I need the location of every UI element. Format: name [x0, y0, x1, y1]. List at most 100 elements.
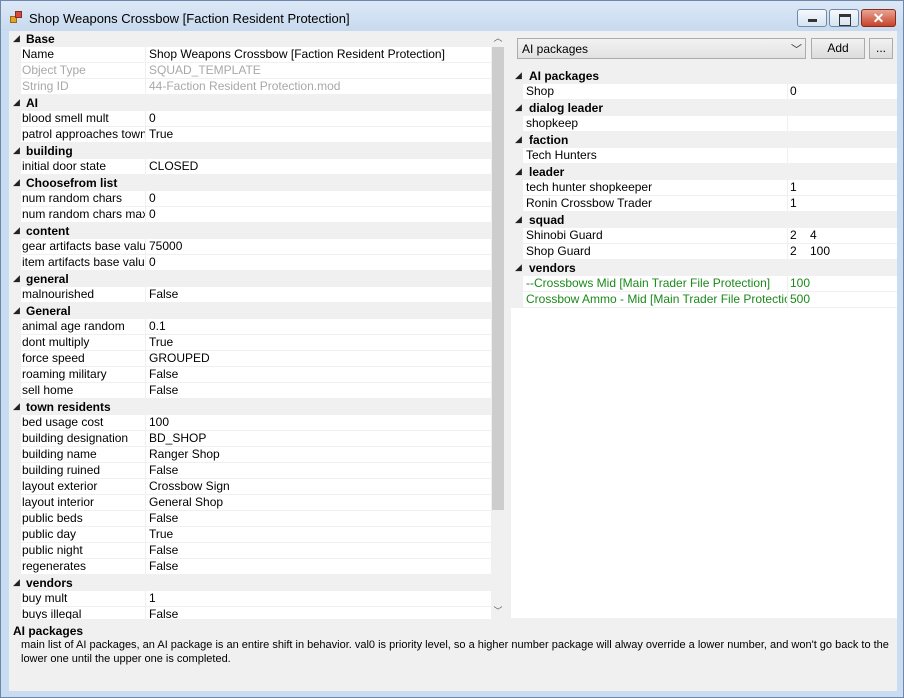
collapse-triangle-icon[interactable]: ◢: [13, 577, 20, 588]
list-item-value[interactable]: [788, 116, 897, 132]
property-value[interactable]: 44-Faction Resident Protection.mod: [146, 79, 491, 95]
property-value[interactable]: SQUAD_TEMPLATE: [146, 63, 491, 79]
property-value[interactable]: False: [146, 367, 491, 383]
category-row[interactable]: ◢ Base: [9, 31, 491, 47]
property-row[interactable]: layout exterior Crossbow Sign: [9, 479, 491, 495]
collapse-triangle-icon[interactable]: ◢: [13, 401, 20, 412]
category-row[interactable]: ◢ general: [9, 271, 491, 287]
collapse-triangle-icon[interactable]: ◢: [13, 305, 20, 316]
collapse-triangle-icon[interactable]: ◢: [515, 134, 522, 145]
property-value[interactable]: False: [146, 287, 491, 303]
property-value[interactable]: Ranger Shop: [146, 447, 491, 463]
category-row[interactable]: ◢ vendors: [9, 575, 491, 591]
property-row[interactable]: initial door state CLOSED: [9, 159, 491, 175]
property-value[interactable]: False: [146, 383, 491, 399]
category-row[interactable]: ◢ Choosefrom list: [9, 175, 491, 191]
property-value[interactable]: 75000: [146, 239, 491, 255]
property-value[interactable]: 0: [146, 255, 491, 271]
property-row[interactable]: building designation BD_SHOP: [9, 431, 491, 447]
property-value[interactable]: 0: [146, 111, 491, 127]
collapse-triangle-icon[interactable]: ◢: [13, 273, 20, 284]
property-value[interactable]: Shop Weapons Crossbow [Faction Resident …: [146, 47, 491, 63]
list-item[interactable]: shopkeep: [511, 116, 897, 132]
property-row[interactable]: sell home False: [9, 383, 491, 399]
list-item[interactable]: Tech Hunters: [511, 148, 897, 164]
list-category-row[interactable]: ◢ vendors: [511, 260, 897, 276]
property-value[interactable]: CLOSED: [146, 159, 491, 175]
property-value[interactable]: General Shop: [146, 495, 491, 511]
list-item-value[interactable]: 1: [788, 180, 897, 196]
property-row[interactable]: regenerates False: [9, 559, 491, 575]
property-row[interactable]: buys illegal False: [9, 607, 491, 619]
category-row[interactable]: ◢ General: [9, 303, 491, 319]
collapse-triangle-icon[interactable]: ◢: [13, 97, 20, 108]
property-row[interactable]: patrol approaches towns True: [9, 127, 491, 143]
property-value[interactable]: 0.1: [146, 319, 491, 335]
property-row[interactable]: gear artifacts base value 75000: [9, 239, 491, 255]
list-item-value[interactable]: 500: [788, 292, 897, 308]
property-row[interactable]: public beds False: [9, 511, 491, 527]
list-category-row[interactable]: ◢ AI packages: [511, 68, 897, 84]
category-row[interactable]: ◢ content: [9, 223, 491, 239]
property-row[interactable]: public day True: [9, 527, 491, 543]
category-row[interactable]: ◢ AI: [9, 95, 491, 111]
category-row[interactable]: ◢ town residents: [9, 399, 491, 415]
list-item-value[interactable]: 100: [788, 276, 897, 292]
property-row[interactable]: num random chars max 0: [9, 207, 491, 223]
property-value[interactable]: BD_SHOP: [146, 431, 491, 447]
property-value[interactable]: 0: [146, 191, 491, 207]
list-category-row[interactable]: ◢ dialog leader: [511, 100, 897, 116]
list-item-value[interactable]: 2 4: [788, 228, 897, 244]
property-value[interactable]: False: [146, 463, 491, 479]
property-row[interactable]: item artifacts base value 0: [9, 255, 491, 271]
list-item[interactable]: tech hunter shopkeeper 1: [511, 180, 897, 196]
property-row[interactable]: dont multiply True: [9, 335, 491, 351]
list-item[interactable]: Crossbow Ammo - Mid [Main Trader File Pr…: [511, 292, 897, 308]
minimize-button[interactable]: [797, 9, 827, 27]
collapse-triangle-icon[interactable]: ◢: [515, 166, 522, 177]
property-row[interactable]: public night False: [9, 543, 491, 559]
property-row[interactable]: blood smell mult 0: [9, 111, 491, 127]
scroll-up-icon[interactable]: ︿: [491, 31, 505, 45]
property-row[interactable]: malnourished False: [9, 287, 491, 303]
list-item[interactable]: Shop Guard 2 100: [511, 244, 897, 260]
property-value[interactable]: False: [146, 511, 491, 527]
property-row[interactable]: building ruined False: [9, 463, 491, 479]
list-category-row[interactable]: ◢ leader: [511, 164, 897, 180]
property-value[interactable]: False: [146, 607, 491, 619]
close-button[interactable]: ✕: [861, 9, 896, 27]
scroll-down-icon[interactable]: ﹀: [491, 604, 505, 618]
list-category-row[interactable]: ◢ squad: [511, 212, 897, 228]
add-button[interactable]: Add: [811, 38, 865, 59]
property-value[interactable]: True: [146, 127, 491, 143]
collapse-triangle-icon[interactable]: ◢: [13, 33, 20, 44]
property-row[interactable]: num random chars 0: [9, 191, 491, 207]
collapse-triangle-icon[interactable]: ◢: [515, 262, 522, 273]
collapse-triangle-icon[interactable]: ◢: [515, 102, 522, 113]
property-row[interactable]: force speed GROUPED: [9, 351, 491, 367]
property-row[interactable]: layout interior General Shop: [9, 495, 491, 511]
scroll-thumb[interactable]: [492, 47, 504, 510]
property-value[interactable]: True: [146, 335, 491, 351]
property-row[interactable]: roaming military False: [9, 367, 491, 383]
maximize-button[interactable]: [829, 9, 859, 27]
list-item-value[interactable]: 2 100: [788, 244, 897, 260]
property-row[interactable]: bed usage cost 100: [9, 415, 491, 431]
collapse-triangle-icon[interactable]: ◢: [13, 145, 20, 156]
collapse-triangle-icon[interactable]: ◢: [515, 70, 522, 81]
property-value[interactable]: Crossbow Sign: [146, 479, 491, 495]
list-category-row[interactable]: ◢ faction: [511, 132, 897, 148]
category-row[interactable]: ◢ building: [9, 143, 491, 159]
property-row[interactable]: String ID 44-Faction Resident Protection.…: [9, 79, 491, 95]
list-item[interactable]: Shinobi Guard 2 4: [511, 228, 897, 244]
property-row[interactable]: building name Ranger Shop: [9, 447, 491, 463]
vertical-scrollbar[interactable]: ︿ ﹀: [491, 31, 505, 619]
property-row[interactable]: buy mult 1: [9, 591, 491, 607]
title-bar[interactable]: Shop Weapons Crossbow [Faction Resident …: [1, 1, 903, 31]
list-item[interactable]: Ronin Crossbow Trader 1: [511, 196, 897, 212]
property-value[interactable]: 1: [146, 591, 491, 607]
property-value[interactable]: 100: [146, 415, 491, 431]
list-item[interactable]: --Crossbows Mid [Main Trader File Protec…: [511, 276, 897, 292]
property-row[interactable]: Object Type SQUAD_TEMPLATE: [9, 63, 491, 79]
list-item-value[interactable]: 1: [788, 196, 897, 212]
